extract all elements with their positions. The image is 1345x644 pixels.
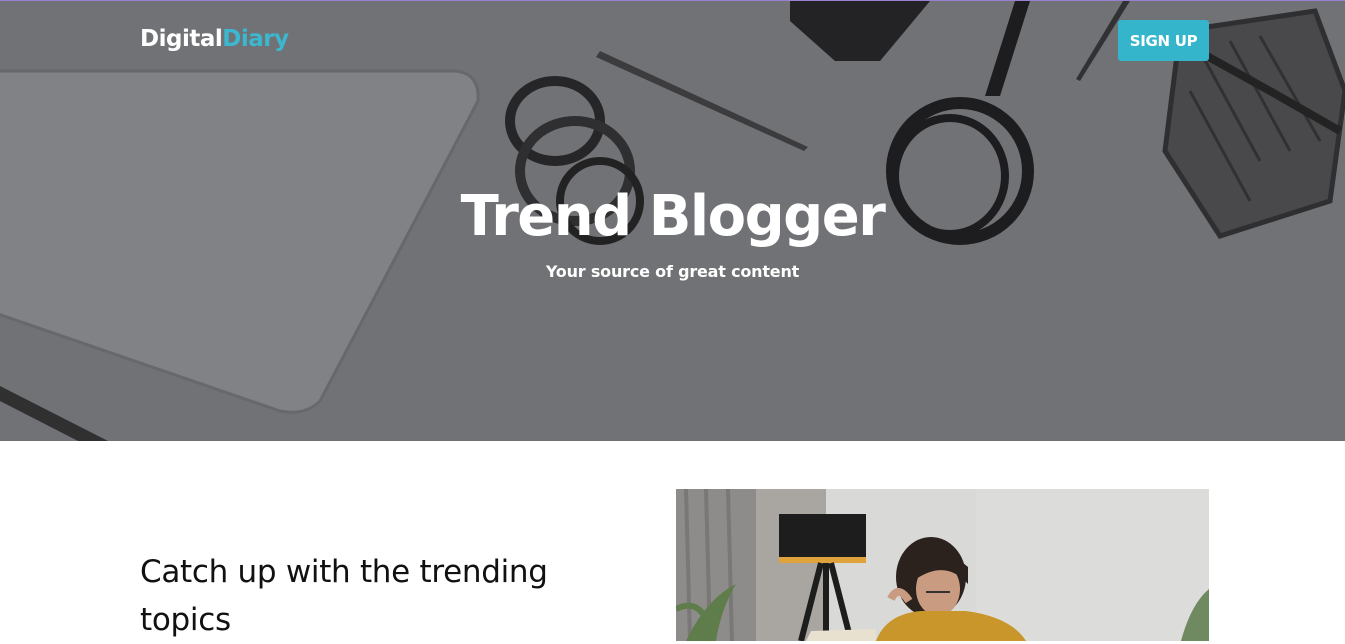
hero-banner: DigitalDiary SIGN UP Trend Blogger Your … [0,0,1345,441]
logo-primary-text: Digital [140,26,223,52]
sign-up-button[interactable]: SIGN UP [1118,20,1209,61]
hero-subtitle: Your source of great content [545,262,800,281]
hero-title: Trend Blogger [460,184,886,249]
site-logo[interactable]: DigitalDiary [140,26,289,52]
section-heading: Catch up with the trending topics [140,554,548,638]
logo-accent-text: Diary [222,26,289,52]
featured-photo [676,489,1209,641]
woman-with-laptop-image [676,489,1209,641]
